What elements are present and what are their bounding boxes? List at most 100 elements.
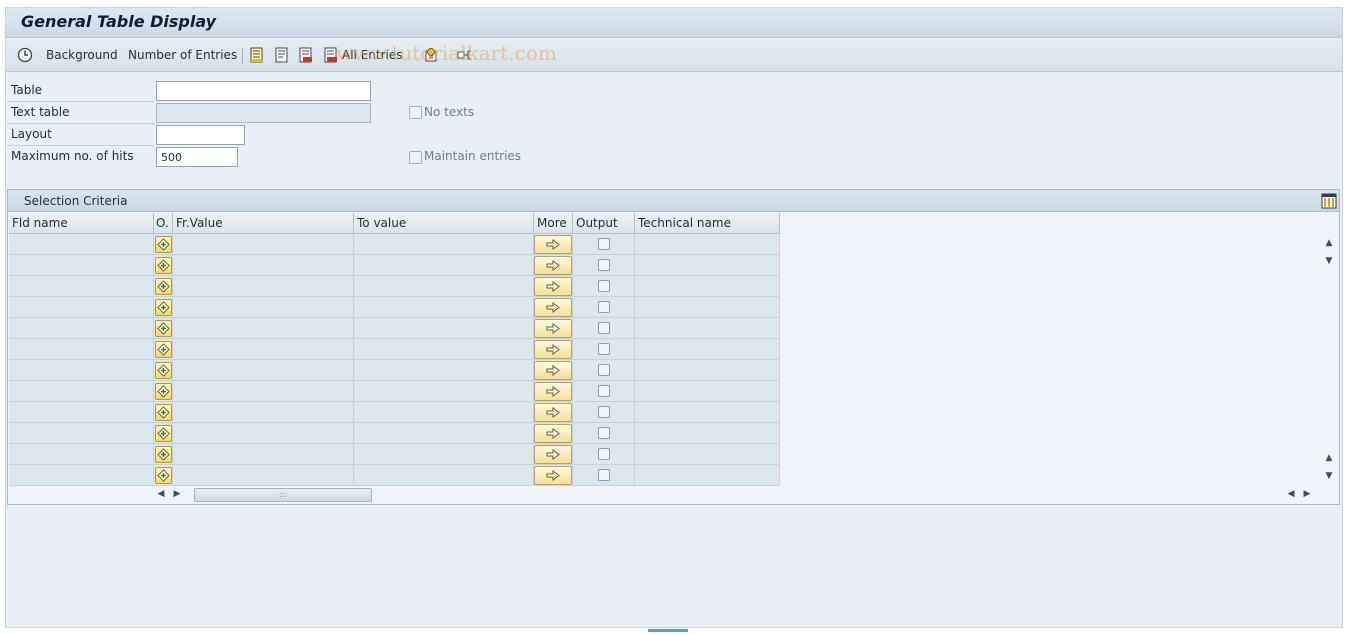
output-checkbox[interactable] — [598, 469, 610, 481]
output-checkbox[interactable] — [598, 343, 610, 355]
table-row — [9, 360, 780, 381]
fr-value-cell[interactable] — [173, 423, 354, 444]
vertical-scrollbar[interactable]: ▲ ▼ ▲ ▼ — [1321, 214, 1337, 486]
fr-value-cell[interactable] — [173, 255, 354, 276]
selection-option-icon[interactable] — [155, 425, 172, 442]
max-hits-input[interactable] — [156, 147, 238, 167]
scroll-left-icon[interactable]: ◀ — [1286, 487, 1296, 501]
output-checkbox[interactable] — [598, 448, 610, 460]
multiple-selection-button[interactable] — [534, 466, 572, 485]
multiple-selection-button[interactable] — [534, 277, 572, 296]
column-header-to-value[interactable]: To value — [354, 213, 534, 234]
fld-name-cell — [9, 297, 154, 318]
to-value-cell[interactable] — [354, 381, 534, 402]
column-header-more[interactable]: More — [534, 213, 573, 234]
background-button[interactable]: Background — [46, 48, 118, 62]
column-header-fr-value[interactable]: Fr.Value — [173, 213, 354, 234]
column-settings-icon[interactable] — [1321, 193, 1337, 209]
selection-option-icon[interactable] — [155, 278, 172, 295]
selection-option-icon[interactable] — [155, 467, 172, 484]
to-value-cell[interactable] — [354, 465, 534, 486]
technical-name-cell — [635, 423, 780, 444]
multiple-selection-button[interactable] — [534, 361, 572, 380]
scroll-up-icon[interactable]: ▲ — [1321, 451, 1337, 465]
layout-input[interactable] — [156, 125, 245, 145]
to-value-cell[interactable] — [354, 339, 534, 360]
multiple-selection-button[interactable] — [534, 340, 572, 359]
output-checkbox[interactable] — [598, 385, 610, 397]
output-checkbox[interactable] — [598, 364, 610, 376]
column-header-technical-name[interactable]: Technical name — [635, 213, 780, 234]
output-checkbox[interactable] — [598, 280, 610, 292]
column-header-output[interactable]: Output — [573, 213, 635, 234]
multiple-selection-button[interactable] — [534, 298, 572, 317]
fr-value-cell[interactable] — [173, 276, 354, 297]
table-input[interactable] — [156, 81, 371, 101]
fr-value-cell[interactable] — [173, 465, 354, 486]
fr-value-cell[interactable] — [173, 444, 354, 465]
fr-value-cell[interactable] — [173, 339, 354, 360]
scroll-down-icon[interactable]: ▼ — [1321, 254, 1337, 268]
to-value-cell[interactable] — [354, 234, 534, 255]
selection-option-icon[interactable] — [155, 383, 172, 400]
to-value-cell[interactable] — [354, 297, 534, 318]
to-value-cell[interactable] — [354, 255, 534, 276]
scroll-down-icon[interactable]: ▼ — [1321, 469, 1337, 483]
title-bar: General Table Display — [6, 8, 1342, 38]
scroll-left-icon[interactable]: ◀ — [156, 487, 166, 501]
table-row — [9, 297, 780, 318]
no-texts-checkbox[interactable] — [409, 106, 422, 119]
fr-value-cell[interactable] — [173, 381, 354, 402]
output-checkbox[interactable] — [598, 259, 610, 271]
selection-option-icon[interactable] — [155, 341, 172, 358]
document-icon[interactable] — [274, 47, 290, 63]
scroll-up-icon[interactable]: ▲ — [1321, 236, 1337, 250]
fr-value-cell[interactable] — [173, 318, 354, 339]
output-checkbox[interactable] — [598, 322, 610, 334]
label-underline — [7, 101, 155, 102]
selection-option-icon[interactable] — [155, 446, 172, 463]
fld-name-cell — [9, 318, 154, 339]
to-value-cell[interactable] — [354, 444, 534, 465]
table-row — [9, 318, 780, 339]
multiple-selection-button[interactable] — [534, 424, 572, 443]
column-header-fld-name[interactable]: Fld name — [9, 213, 154, 234]
multiple-selection-button[interactable] — [534, 445, 572, 464]
output-checkbox[interactable] — [598, 238, 610, 250]
selection-option-icon[interactable] — [155, 320, 172, 337]
clock-icon[interactable] — [17, 47, 33, 63]
multiple-selection-button[interactable] — [534, 319, 572, 338]
output-checkbox[interactable] — [598, 406, 610, 418]
selection-option-icon[interactable] — [155, 257, 172, 274]
selection-option-icon[interactable] — [155, 362, 172, 379]
to-value-cell[interactable] — [354, 423, 534, 444]
output-checkbox[interactable] — [598, 427, 610, 439]
multiple-selection-button[interactable] — [534, 382, 572, 401]
maintain-entries-checkbox[interactable] — [409, 151, 422, 164]
scroll-right-icon[interactable]: ▶ — [172, 487, 182, 501]
fr-value-cell[interactable] — [173, 360, 354, 381]
to-value-cell[interactable] — [354, 276, 534, 297]
fr-value-cell[interactable] — [173, 234, 354, 255]
column-header-option[interactable]: O. — [154, 213, 173, 234]
selection-option-icon[interactable] — [155, 236, 172, 253]
scroll-right-icon[interactable]: ▶ — [1302, 487, 1312, 501]
fr-value-cell[interactable] — [173, 402, 354, 423]
selection-option-icon[interactable] — [155, 404, 172, 421]
multiple-selection-button[interactable] — [534, 235, 572, 254]
horizontal-scrollbar[interactable]: ◀ ▶ ::: ◀ ▶ — [150, 486, 1310, 502]
horizontal-scroll-thumb[interactable]: ::: — [194, 488, 372, 502]
multiple-selection-button[interactable] — [534, 256, 572, 275]
execute-list-icon[interactable] — [249, 47, 265, 63]
multiple-selection-button[interactable] — [534, 403, 572, 422]
save-variant-icon[interactable] — [298, 47, 314, 63]
number-of-entries-button[interactable]: Number of Entries — [128, 48, 237, 62]
to-value-cell[interactable] — [354, 318, 534, 339]
selection-option-icon[interactable] — [155, 299, 172, 316]
output-checkbox[interactable] — [598, 301, 610, 313]
technical-name-cell — [635, 360, 780, 381]
to-value-cell[interactable] — [354, 360, 534, 381]
selection-criteria-title: Selection Criteria — [24, 194, 127, 208]
to-value-cell[interactable] — [354, 402, 534, 423]
fr-value-cell[interactable] — [173, 297, 354, 318]
